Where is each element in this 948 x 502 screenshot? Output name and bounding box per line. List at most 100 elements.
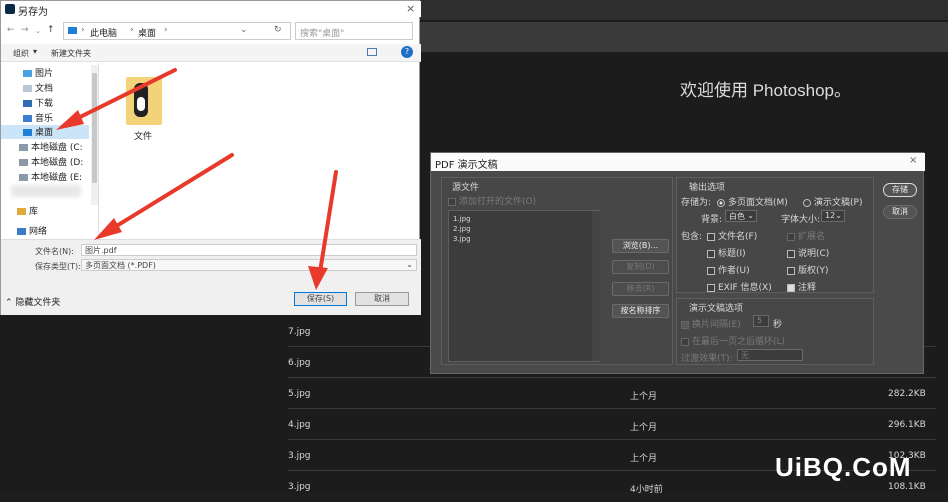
presentation-radio[interactable]: 演示文稿(P)	[803, 195, 862, 208]
close-icon[interactable]: ×	[406, 2, 415, 15]
file-modified: 4小时前	[630, 485, 663, 495]
filename-input[interactable]: 图片.pdf	[81, 244, 417, 256]
refresh-icon[interactable]: ↻	[274, 25, 282, 35]
up-icon[interactable]: ↑	[47, 25, 55, 35]
exif-checkbox[interactable]: EXIF 信息(X)	[707, 280, 772, 293]
nav-item-music[interactable]: 音乐	[23, 111, 53, 125]
background-select[interactable]: 白色 ⌄	[725, 210, 757, 222]
file-name: 3.jpg	[288, 482, 311, 492]
multipage-radio[interactable]: 多页面文档(M)	[717, 195, 788, 208]
nav-item-network[interactable]: 网络	[17, 224, 47, 238]
file-list-pane: 文件	[100, 63, 418, 239]
list-item[interactable]: 1.jpg	[453, 215, 471, 223]
hide-folders-toggle[interactable]: ⌃ 隐藏文件夹	[5, 295, 60, 308]
include-label: 包含:	[681, 232, 703, 242]
save-button[interactable]: 保存(S)	[294, 292, 347, 306]
nav-item-drive-c[interactable]: 本地磁盘 (C:	[19, 140, 83, 154]
view-icon[interactable]	[367, 48, 377, 56]
file-modified: 上个月	[630, 423, 658, 433]
computer-icon	[68, 27, 77, 34]
address-bar: ← → ⌄ ↑ › 此电脑 › 桌面 › ⌄ ↻ 搜索"桌面"	[5, 21, 415, 41]
notes-checkbox[interactable]: 注释	[787, 280, 816, 293]
recent-file-row[interactable]: 4.jpg 上个月 296.1KB	[288, 409, 936, 440]
add-open-files-checkbox[interactable]: 添加打开的文件(O)	[448, 194, 536, 207]
back-icon[interactable]: ←	[7, 25, 15, 35]
drive-icon	[19, 174, 28, 181]
dialog-titlebar: 另存为 ×	[1, 1, 421, 18]
drive-icon	[19, 159, 28, 166]
chevron-down-icon: ⌄	[747, 211, 754, 220]
advance-seconds-input[interactable]: 5	[753, 315, 769, 327]
desktop-icon	[23, 129, 32, 136]
list-item[interactable]: 3.jpg	[453, 235, 471, 243]
blurred-item	[11, 185, 81, 197]
recent-chevron-icon[interactable]: ⌄	[35, 27, 41, 35]
file-type-label: 保存类型(T):	[35, 262, 81, 271]
cancel-button[interactable]: 取消	[355, 292, 409, 306]
music-icon	[23, 115, 32, 122]
transition-label: 过渡效果(T):	[681, 354, 733, 364]
photoshop-toolbar	[420, 22, 948, 52]
save-button[interactable]: 存储	[883, 183, 917, 197]
folder-item[interactable]	[122, 73, 166, 133]
recent-file-row[interactable]: 5.jpg 上个月 282.2KB	[288, 378, 936, 409]
nav-scrollbar[interactable]	[91, 65, 98, 205]
folder-label: 文件	[134, 132, 153, 142]
filename-checkbox[interactable]: 文件名(F)	[707, 229, 757, 242]
library-icon	[17, 208, 26, 215]
remove-button[interactable]: 移去(R)	[612, 282, 669, 296]
loop-checkbox[interactable]: 在最后一页之后循环(L)	[681, 334, 785, 347]
path-dropdown-icon[interactable]: ⌄	[240, 25, 248, 35]
watermark: UiBQ.CoM	[775, 452, 912, 482]
welcome-heading: 欢迎使用 Photoshop。	[680, 81, 852, 100]
nav-item-library[interactable]: 库	[17, 204, 38, 218]
breadcrumb-item[interactable]: 桌面	[138, 26, 156, 39]
source-file-list[interactable]: 1.jpg 2.jpg 3.jpg	[448, 210, 600, 362]
new-folder-button[interactable]: 新建文件夹	[51, 48, 91, 59]
sort-by-name-button[interactable]: 按名称排序	[612, 304, 669, 318]
command-bar: 组织 ▾ 新建文件夹 ?	[1, 44, 421, 62]
search-input[interactable]: 搜索"桌面"	[295, 22, 413, 40]
nav-item-pictures[interactable]: 图片	[23, 66, 53, 80]
file-modified: 上个月	[630, 392, 658, 402]
filename-label: 文件名(N):	[35, 247, 74, 256]
file-name: 3.jpg	[288, 451, 311, 461]
font-size-label: 字体大小:	[781, 215, 821, 225]
browse-button[interactable]: 浏览(B)...	[612, 239, 669, 253]
title-checkbox[interactable]: 标题(I)	[707, 246, 746, 259]
list-scrollbar[interactable]	[592, 211, 600, 361]
description-checkbox[interactable]: 说明(C)	[787, 246, 829, 259]
file-name: 6.jpg	[288, 358, 311, 368]
file-name: 7.jpg	[288, 327, 311, 337]
file-size: 282.2KB	[888, 389, 926, 399]
breadcrumb-item[interactable]: 此电脑	[90, 26, 117, 39]
copyright-checkbox[interactable]: 版权(Y)	[787, 263, 829, 276]
nav-item-downloads[interactable]: 下载	[23, 96, 53, 110]
nav-item-drive-e[interactable]: 本地磁盘 (E:	[19, 170, 82, 184]
transition-select[interactable]: 无	[737, 349, 803, 361]
file-name: 4.jpg	[288, 420, 311, 430]
cancel-button[interactable]: 取消	[883, 205, 917, 219]
documents-icon	[23, 85, 32, 92]
duplicate-button[interactable]: 复制(D)	[612, 260, 669, 274]
file-type-select[interactable]: 多页面文档 (*.PDF) ⌄	[81, 259, 417, 271]
chevron-down-icon: ⌄	[406, 260, 413, 269]
drive-icon	[19, 144, 28, 151]
nav-item-desktop[interactable]: 桌面	[1, 125, 89, 139]
help-icon[interactable]: ?	[401, 46, 413, 58]
nav-item-drive-d[interactable]: 本地磁盘 (D:	[19, 155, 83, 169]
close-icon[interactable]: ×	[909, 155, 917, 166]
group-label: 源文件	[452, 183, 480, 193]
path-box[interactable]: › 此电脑 › 桌面 › ⌄ ↻	[63, 22, 291, 40]
extension-checkbox[interactable]: 扩展名	[787, 229, 825, 242]
author-checkbox[interactable]: 作者(U)	[707, 263, 750, 276]
forward-icon[interactable]: →	[21, 25, 29, 35]
organize-button[interactable]: 组织	[13, 48, 29, 59]
font-size-select[interactable]: 12 ⌄	[821, 210, 845, 222]
save-as-label: 存储为:	[681, 198, 712, 208]
list-item[interactable]: 2.jpg	[453, 225, 471, 233]
file-modified: 上个月	[630, 454, 658, 464]
advance-checkbox[interactable]: 换片间隔(E)	[681, 317, 741, 330]
nav-item-documents[interactable]: 文档	[23, 81, 53, 95]
output-options-group: 输出选项 存储为: 多页面文档(M) 演示文稿(P) 背景: 白色 ⌄ 字体大小:…	[676, 177, 874, 293]
